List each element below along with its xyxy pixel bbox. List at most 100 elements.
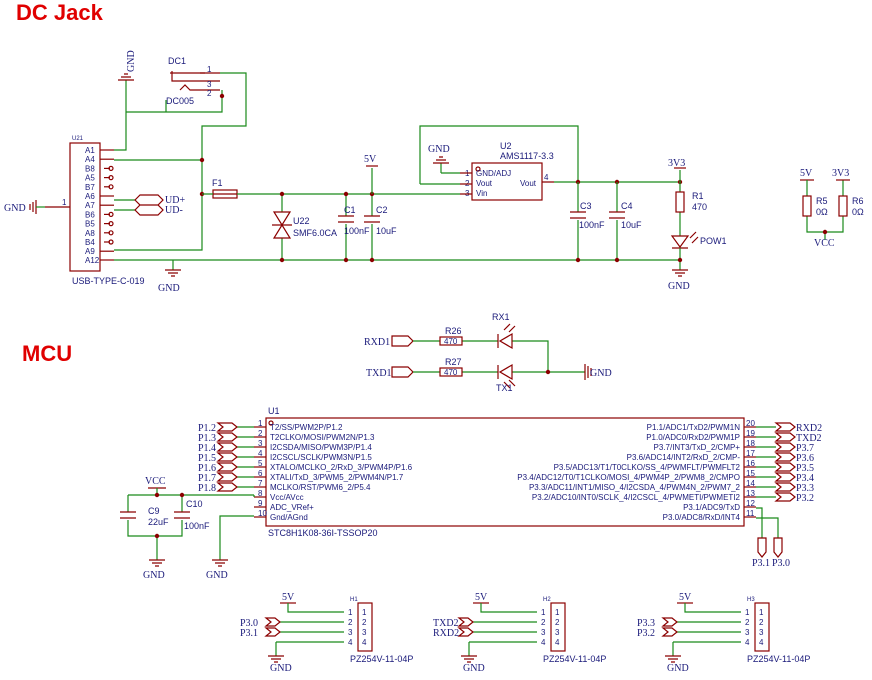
resistor-r1: R1 470 <box>675 182 707 236</box>
usb-type-c-u21: U21 A1A4B8A5B7A6A7B6B5A8B4A9A12 USB-TYPE… <box>4 136 145 286</box>
header-pin-inner: 2 <box>362 618 367 627</box>
section-title-dc-jack: DC Jack <box>16 0 104 25</box>
header-wire-gnd <box>672 641 741 656</box>
usb-nc-marker <box>108 230 114 236</box>
mcu-pin-name-10: Gnd/AGnd <box>270 513 308 522</box>
header-gnd-symbol <box>665 655 681 663</box>
header-5v: 5V <box>679 592 692 603</box>
header-wire-p1 <box>287 603 344 613</box>
usb-part: USB-TYPE-C-019 <box>72 276 145 286</box>
header-net-port <box>661 627 678 637</box>
usb-pin-a8: A8 <box>85 229 95 238</box>
mcu-decoupling: VCC C9 22uF C10 100nF GND GND <box>120 476 255 581</box>
net-label-P3.2: P3.2 <box>796 493 814 504</box>
net-port-P1.8 <box>216 482 238 492</box>
net-flag-5v-ldo: 5V <box>364 154 378 194</box>
ldo-ref: U2 <box>500 141 512 151</box>
header-pin-inner: 1 <box>555 608 560 617</box>
net-port-P1.2 <box>216 422 238 432</box>
tx-led-chain: TXD1 R27 470 TX1 GND <box>366 357 612 393</box>
svg-text:R27: R27 <box>445 357 462 367</box>
header-net-port <box>457 627 474 637</box>
usb-pin-b4: B4 <box>85 238 95 247</box>
mcu-pin-num-8: 8 <box>258 489 263 498</box>
dc1-pin3: 3 <box>207 80 212 89</box>
mcu-pin-num-1: 1 <box>258 419 263 428</box>
header-wire-sig <box>280 621 344 633</box>
header-h1: 5VP3.0P3.1GNDH11 12 23 34 4PZ254V-11-04P <box>240 592 413 674</box>
ldo-u2: U2 AMS1117-3.3 GND/ADJ Vout Vin Vout 1 2… <box>460 141 554 201</box>
mcu-pin-num-9: 9 <box>258 499 263 508</box>
svg-text:4: 4 <box>544 173 549 182</box>
header-pin-num: 4 <box>745 638 750 647</box>
mcu-pin-name-20: P1.1/ADC1/TxD2/PWM1N <box>647 423 741 432</box>
mcu-pin-name-14: P3.3/ADC11/INT1/MISO_4/I2CSDA_4/PWM4N_2/… <box>529 483 741 492</box>
net-port-P3.3 <box>774 482 796 492</box>
svg-text:POW1: POW1 <box>700 236 727 246</box>
svg-text:GND: GND <box>590 368 612 379</box>
svg-text:R5: R5 <box>816 196 828 206</box>
net-port-P1.5 <box>216 452 238 462</box>
usb-pin-a4: A4 <box>85 155 95 164</box>
mcu-pin-num-2: 2 <box>258 429 263 438</box>
header-pin-inner: 1 <box>759 608 764 617</box>
svg-text:10uF: 10uF <box>621 220 642 230</box>
dc1-barrel-body <box>170 71 205 82</box>
svg-text:C4: C4 <box>621 201 633 211</box>
usb-pin-b5: B5 <box>85 220 95 229</box>
header-gnd-label: GND <box>270 663 292 674</box>
mcu-pin-num-10: 10 <box>258 509 267 518</box>
svg-text:GND: GND <box>206 570 228 581</box>
svg-text:VCC: VCC <box>145 476 166 487</box>
usb-nc-marker <box>108 221 114 227</box>
svg-text:GND: GND <box>428 144 450 155</box>
svg-text:TXD1: TXD1 <box>366 368 392 379</box>
header-pin-inner: 4 <box>362 638 367 647</box>
header-pin-num: 3 <box>541 628 546 637</box>
usb-pin-b7: B7 <box>85 183 95 192</box>
usb-nc-marker <box>108 175 114 181</box>
dc1-pin2: 2 <box>207 89 212 98</box>
mcu-pin-num-15: 15 <box>746 469 755 478</box>
net-port-P3.2 <box>774 492 796 502</box>
net-port-P3.4 <box>774 472 796 482</box>
svg-text:TX1: TX1 <box>496 383 513 393</box>
header-pin-num: 3 <box>745 628 750 637</box>
svg-text:C2: C2 <box>376 205 388 215</box>
mcu-ref: U1 <box>268 406 280 416</box>
mcu-pin-num-12: 12 <box>746 499 755 508</box>
mcu-pin-num-18: 18 <box>746 439 755 448</box>
header-h3: 5VP3.3P3.2GNDH31 12 23 34 4PZ254V-11-04P <box>637 592 810 674</box>
header-pin-inner: 3 <box>759 628 764 637</box>
header-pin-inner: 2 <box>555 618 560 627</box>
mcu-pin-name-16: P3.5/ADC13/T1/T0CLKO/SS_4/PWMFLT/PWMFLT2 <box>554 463 741 472</box>
svg-text:RXD1: RXD1 <box>364 337 390 348</box>
svg-text:470: 470 <box>444 337 458 346</box>
svg-text:C9: C9 <box>148 506 160 516</box>
mcu-pin-name-17: P3.6/ADC14/INT2/RxD_2/CMP- <box>627 453 741 462</box>
svg-text:100nF: 100nF <box>344 226 370 236</box>
usb-power-wires <box>114 112 680 261</box>
mcu-pin-name-18: P3.7/INT3/TxD_2/CMP+ <box>654 443 741 452</box>
header-wire-gnd <box>275 641 344 656</box>
header-net-label: P3.1 <box>240 628 258 639</box>
mcu-pin-name-1: T2/SS/PWM2P/P1.2 <box>270 423 343 432</box>
header-ref: H2 <box>543 597 551 603</box>
header-wire-gnd <box>468 641 537 656</box>
mcu-pin-name-11: P3.0/ADC8/RxD/INT4 <box>663 513 741 522</box>
header-pin-num: 1 <box>348 608 353 617</box>
svg-text:R6: R6 <box>852 196 864 206</box>
mcu-pin-name-3: I2CSDA/MISO/PWM3P/P1.4 <box>270 443 372 452</box>
svg-text:100nF: 100nF <box>184 521 210 531</box>
usb-pin-a6: A6 <box>85 192 95 201</box>
header-part: PZ254V-11-04P <box>543 654 606 664</box>
mcu-pin-num-3: 3 <box>258 439 263 448</box>
schematic-sheet: DC Jack MCU DC1 1 3 2 DC005 GND U21 A1 A4… <box>0 0 872 680</box>
mcu-pin-num-17: 17 <box>746 449 755 458</box>
header-pin-num: 4 <box>348 638 353 647</box>
svg-text:C1: C1 <box>344 205 356 215</box>
header-gnd-symbol <box>268 655 284 663</box>
capacitor-c3: C3 100nF <box>570 182 605 260</box>
svg-text:470: 470 <box>444 368 458 377</box>
mcu-pin-num-7: 7 <box>258 479 263 488</box>
